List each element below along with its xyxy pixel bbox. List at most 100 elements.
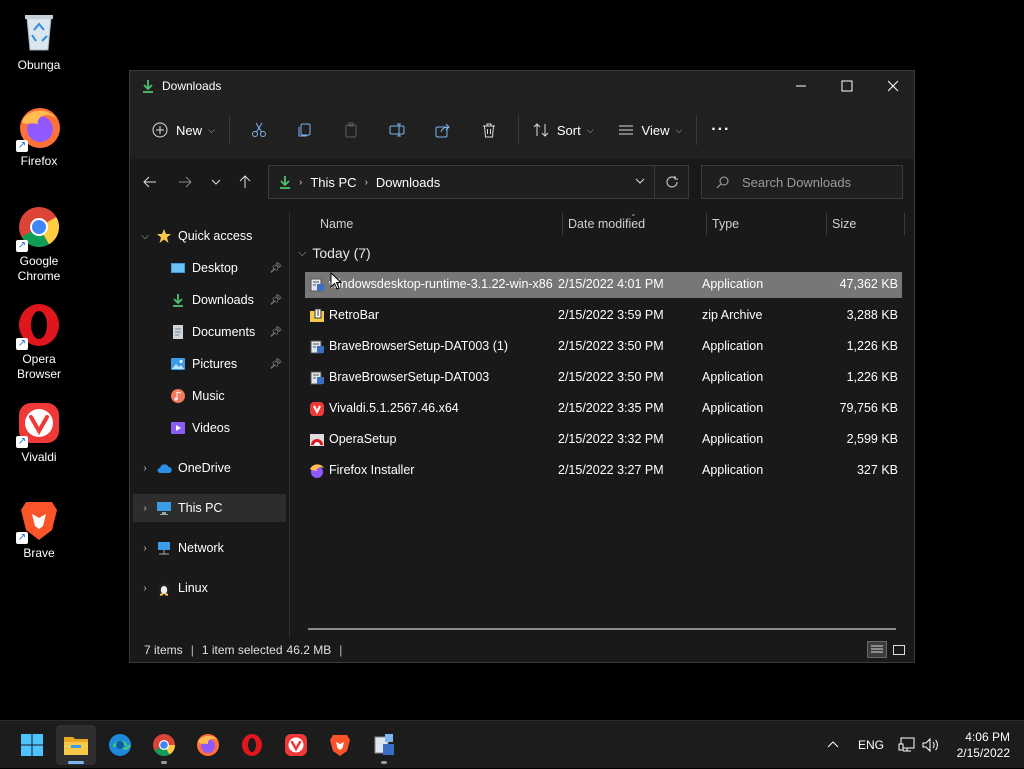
column-divider[interactable]	[904, 213, 905, 235]
nav-music[interactable]: Music	[130, 382, 288, 410]
column-divider[interactable]	[706, 213, 707, 235]
file-row[interactable]: windowsdesktop-runtime-3.1.22-win-x86 2/…	[305, 272, 902, 298]
recent-locations-button[interactable]	[202, 168, 230, 196]
paste-button[interactable]	[328, 113, 374, 147]
nav-linux[interactable]: › Linux	[130, 574, 288, 602]
file-row[interactable]: BraveBrowserSetup-DAT003 (1) 2/15/2022 3…	[305, 334, 902, 360]
start-button[interactable]	[12, 725, 52, 765]
desktop-icon-label: Vivaldi	[21, 450, 57, 464]
column-label: Name	[320, 217, 354, 231]
maximize-button[interactable]	[824, 71, 870, 101]
taskbar-chrome[interactable]	[144, 725, 184, 765]
taskbar-brave[interactable]	[320, 725, 360, 765]
new-button[interactable]: New ⌵	[144, 113, 223, 147]
address-bar[interactable]: › This PC › Downloads	[268, 165, 689, 199]
share-button[interactable]	[420, 113, 466, 147]
share-icon	[435, 123, 450, 138]
back-button[interactable]	[136, 168, 164, 196]
nav-desktop[interactable]: Desktop 📌︎	[130, 254, 288, 282]
minimize-button[interactable]	[778, 71, 824, 101]
sort-button[interactable]: Sort ⌵	[525, 113, 602, 147]
desktop-icon-brave[interactable]: ↗ Brave	[8, 496, 70, 561]
file-type: Application	[702, 401, 764, 415]
nav-label: Desktop	[192, 261, 238, 275]
cut-button[interactable]	[236, 113, 282, 147]
nav-onedrive[interactable]: › OneDrive	[130, 454, 288, 482]
taskbar-vivaldi[interactable]	[276, 725, 316, 765]
taskbar-firefox[interactable]	[188, 725, 228, 765]
language-indicator[interactable]: ENG	[858, 721, 884, 769]
taskbar-opera[interactable]	[232, 725, 272, 765]
show-hidden-icons-button[interactable]	[826, 721, 840, 769]
shortcut-arrow-icon: ↗	[16, 338, 28, 350]
desktop-folder-icon	[170, 260, 186, 276]
rename-button[interactable]	[374, 113, 420, 147]
close-button[interactable]	[870, 71, 916, 101]
copy-button[interactable]	[282, 113, 328, 147]
forward-button[interactable]	[171, 168, 199, 196]
taskbar-installer[interactable]	[364, 725, 404, 765]
column-divider[interactable]	[826, 213, 827, 235]
status-bar: 7 items | 1 item selected 46.2 MB |	[130, 638, 914, 662]
file-row[interactable]: Firefox Installer 2/15/2022 3:27 PM Appl…	[305, 458, 902, 484]
desktop-icon-vivaldi[interactable]: ↗ Vivaldi	[8, 400, 70, 465]
network-status-button[interactable]	[898, 721, 916, 769]
column-header-type[interactable]: Type	[712, 211, 739, 237]
recycle-bin-icon	[16, 8, 62, 54]
desktop-icon-recycle-bin[interactable]: Obunga	[8, 8, 70, 73]
column-divider[interactable]	[562, 213, 563, 235]
details-view-button[interactable]	[867, 641, 887, 658]
file-row[interactable]: BraveBrowserSetup-DAT003 2/15/2022 3:50 …	[305, 365, 902, 391]
chevron-down-icon: ⌵	[586, 124, 594, 135]
address-history-button[interactable]	[634, 175, 646, 190]
nav-quick-access[interactable]: ⌵ Quick access	[130, 222, 288, 250]
group-header-today[interactable]: ⌵ Today (7)	[298, 245, 371, 261]
file-name: BraveBrowserSetup-DAT003 (1)	[329, 339, 509, 353]
file-date: 2/15/2022 4:01 PM	[558, 277, 664, 291]
delete-button[interactable]	[466, 113, 512, 147]
file-date: 2/15/2022 3:35 PM	[558, 401, 664, 415]
column-header-name[interactable]: Name	[320, 211, 353, 237]
column-header-size[interactable]: Size	[832, 211, 856, 237]
desktop-icon-firefox[interactable]: ↗ Firefox	[8, 104, 70, 169]
trash-icon	[482, 123, 495, 138]
view-button[interactable]: View ⌵	[610, 113, 691, 147]
status-item-count: 7 items	[144, 643, 183, 657]
file-date: 2/15/2022 3:32 PM	[558, 432, 664, 446]
nav-network[interactable]: › Network	[130, 534, 288, 562]
file-size: 1,226 KB	[846, 339, 898, 353]
refresh-button[interactable]	[654, 166, 688, 198]
horizontal-scrollbar[interactable]	[308, 628, 896, 630]
breadcrumb-this-pc[interactable]: This PC	[310, 175, 356, 190]
cloud-icon	[156, 460, 172, 476]
nav-label: Videos	[192, 421, 230, 435]
volume-button[interactable]	[922, 721, 940, 769]
group-label: Today (7)	[312, 245, 371, 261]
title-bar[interactable]: Downloads	[130, 71, 914, 101]
up-button[interactable]	[231, 168, 259, 196]
brave-icon: ↗	[16, 496, 62, 544]
desktop-icon-opera[interactable]: ↗ Opera Browser	[8, 302, 70, 382]
taskbar-file-explorer[interactable]	[56, 725, 96, 765]
nav-pictures[interactable]: Pictures 📌︎	[130, 350, 288, 378]
nav-this-pc[interactable]: › This PC	[133, 494, 286, 522]
speaker-icon	[922, 737, 938, 753]
installer-icon	[309, 277, 325, 293]
file-row[interactable]: RetroBar 2/15/2022 3:59 PM zip Archive 3…	[305, 303, 902, 329]
desktop-icon-label: Brave	[23, 546, 55, 560]
large-icons-view-button[interactable]	[889, 641, 909, 658]
file-type: Application	[702, 463, 764, 477]
clock[interactable]: 4:06 PM 2/15/2022	[957, 729, 1010, 761]
desktop-icon-chrome[interactable]: ↗ Google Chrome	[8, 204, 70, 284]
breadcrumb-downloads[interactable]: Downloads	[376, 175, 440, 190]
nav-videos[interactable]: Videos	[130, 414, 288, 442]
search-box[interactable]: Search Downloads	[701, 165, 903, 199]
taskbar-edge[interactable]	[100, 725, 140, 765]
breadcrumb-separator-icon: ›	[299, 176, 303, 188]
file-row[interactable]: OperaSetup 2/15/2022 3:32 PM Application…	[305, 427, 902, 453]
nav-downloads[interactable]: Downloads 📌︎	[130, 286, 288, 314]
toolbar-divider	[696, 115, 698, 145]
more-options-button[interactable]: ···	[703, 113, 738, 147]
nav-documents[interactable]: Documents 📌︎	[130, 318, 288, 346]
file-row[interactable]: Vivaldi.5.1.2567.46.x64 2/15/2022 3:35 P…	[305, 396, 902, 422]
